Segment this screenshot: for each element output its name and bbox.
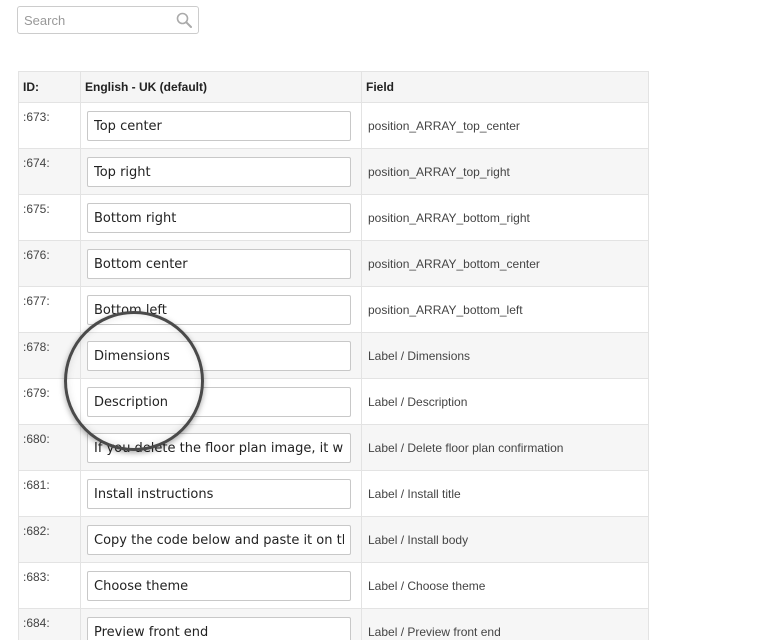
row-translation-cell	[80, 148, 362, 195]
header-field: Field	[361, 71, 649, 103]
table-row: :680: Label / Delete floor plan confirmat…	[18, 424, 649, 471]
translation-input[interactable]	[87, 295, 351, 325]
translation-input[interactable]	[87, 341, 351, 371]
table-row: :681: Label / Install title	[18, 470, 649, 517]
row-field-name: position_ARRAY_bottom_left	[361, 286, 649, 333]
row-field-name: position_ARRAY_bottom_center	[361, 240, 649, 287]
row-id: :676:	[18, 240, 81, 287]
row-field-name: Label / Choose theme	[361, 562, 649, 609]
translation-input[interactable]	[87, 617, 351, 640]
row-translation-cell	[80, 332, 362, 379]
translation-input[interactable]	[87, 157, 351, 187]
row-id: :677:	[18, 286, 81, 333]
row-id: :681:	[18, 470, 81, 517]
table-row: :674: position_ARRAY_top_right	[18, 148, 649, 195]
translation-input[interactable]	[87, 111, 351, 141]
table-row: :678: Label / Dimensions	[18, 332, 649, 379]
row-field-name: Label / Install title	[361, 470, 649, 517]
table-row: :684: Label / Preview front end	[18, 608, 649, 640]
row-field-name: Label / Preview front end	[361, 608, 649, 640]
table-header: ID: English - UK (default) Field	[18, 71, 649, 103]
row-id: :680:	[18, 424, 81, 471]
row-id: :678:	[18, 332, 81, 379]
row-id: :683:	[18, 562, 81, 609]
row-id: :684:	[18, 608, 81, 640]
translation-input[interactable]	[87, 571, 351, 601]
row-translation-cell	[80, 240, 362, 287]
row-translation-cell	[80, 516, 362, 563]
row-translation-cell	[80, 102, 362, 149]
translation-input[interactable]	[87, 387, 351, 417]
translation-page: ID: English - UK (default) Field :673: po…	[0, 0, 760, 640]
translation-input[interactable]	[87, 525, 351, 555]
table-row: :675: position_ARRAY_bottom_right	[18, 194, 649, 241]
row-field-name: Label / Install body	[361, 516, 649, 563]
table-row: :682: Label / Install body	[18, 516, 649, 563]
table-row: :676: position_ARRAY_bottom_center	[18, 240, 649, 287]
table-row: :679: Label / Description	[18, 378, 649, 425]
row-translation-cell	[80, 608, 362, 640]
row-translation-cell	[80, 424, 362, 471]
header-id: ID:	[18, 71, 81, 103]
row-field-name: position_ARRAY_top_right	[361, 148, 649, 195]
translation-input[interactable]	[87, 249, 351, 279]
row-id: :679:	[18, 378, 81, 425]
row-translation-cell	[80, 194, 362, 241]
row-translation-cell	[80, 286, 362, 333]
table-row: :677: position_ARRAY_bottom_left	[18, 286, 649, 333]
header-language: English - UK (default)	[80, 71, 362, 103]
translation-table: ID: English - UK (default) Field :673: po…	[18, 71, 649, 640]
row-field-name: position_ARRAY_top_center	[361, 102, 649, 149]
table-row: :683: Label / Choose theme	[18, 562, 649, 609]
row-field-name: Label / Description	[361, 378, 649, 425]
row-id: :674:	[18, 148, 81, 195]
row-field-name: Label / Delete floor plan confirmation	[361, 424, 649, 471]
row-id: :673:	[18, 102, 81, 149]
table-row: :673: position_ARRAY_top_center	[18, 102, 649, 149]
row-translation-cell	[80, 378, 362, 425]
table-body: :673: position_ARRAY_top_center :674: posit…	[18, 102, 649, 640]
translation-input[interactable]	[87, 433, 351, 463]
row-id: :675:	[18, 194, 81, 241]
search-icon[interactable]	[176, 12, 192, 28]
row-field-name: position_ARRAY_bottom_right	[361, 194, 649, 241]
row-translation-cell	[80, 470, 362, 517]
row-field-name: Label / Dimensions	[361, 332, 649, 379]
translation-input[interactable]	[87, 479, 351, 509]
row-id: :682:	[18, 516, 81, 563]
search-input[interactable]	[18, 7, 174, 33]
row-translation-cell	[80, 562, 362, 609]
translation-input[interactable]	[87, 203, 351, 233]
search-box[interactable]	[17, 6, 199, 34]
